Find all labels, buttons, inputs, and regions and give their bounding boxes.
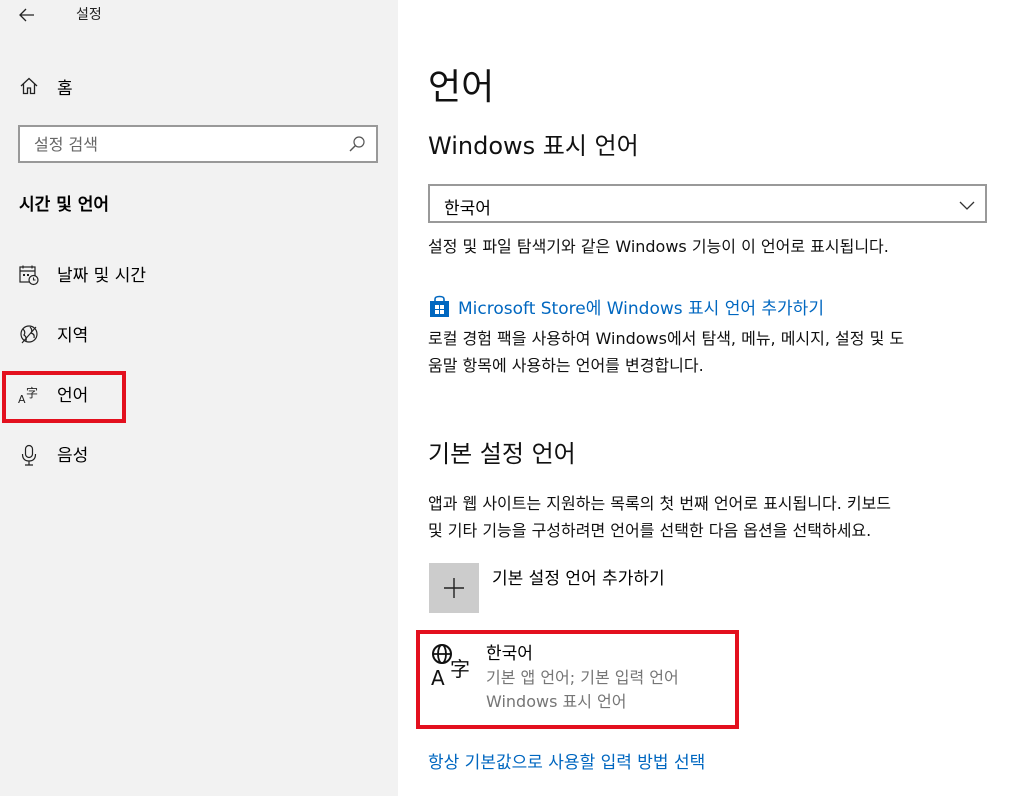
store-link-row[interactable]: Microsoft Store에 Windows 표시 언어 추가하기 — [428, 294, 824, 319]
sidebar-item-label: 홈 — [57, 79, 73, 99]
display-language-select[interactable]: 한국어 — [428, 184, 987, 223]
language-list-item[interactable]: A 字 한국어 기본 앱 언어; 기본 입력 언어 Windows 표시 언어 — [428, 636, 733, 722]
search-icon[interactable] — [348, 135, 366, 153]
sidebar-item-home[interactable]: 홈 — [0, 64, 398, 108]
language-name: 한국어 — [486, 644, 533, 664]
sidebar-section-title: 시간 및 언어 — [19, 195, 110, 215]
svg-text:字: 字 — [26, 385, 38, 400]
language-icon: A 字 — [18, 385, 38, 406]
sidebar: 설정 홈 시간 및 언어 날짜 및 시간 — [0, 0, 398, 796]
language-detail: Windows 표시 언어 — [486, 692, 627, 711]
add-language-button[interactable] — [429, 563, 479, 613]
page-title: 언어 — [428, 67, 495, 108]
svg-text:A: A — [18, 393, 26, 406]
sidebar-item-label: 지역 — [57, 326, 89, 346]
display-language-heading: Windows 표시 언어 — [428, 132, 639, 160]
globe-region-icon — [20, 325, 38, 344]
search-input[interactable] — [20, 127, 340, 161]
home-icon — [20, 77, 38, 95]
preferred-description-line: 앱과 웹 사이트는 지원하는 목록의 첫 번째 언어로 표시됩니다. 키보드 — [428, 494, 892, 513]
sidebar-item-speech[interactable]: 음성 — [0, 428, 398, 480]
svg-text:字: 字 — [450, 657, 470, 681]
sidebar-item-label: 날짜 및 시간 — [57, 266, 147, 286]
preferred-languages-heading: 기본 설정 언어 — [428, 440, 576, 468]
chevron-down-icon — [959, 201, 975, 210]
add-language-label[interactable]: 기본 설정 언어 추가하기 — [492, 564, 665, 589]
sidebar-item-language[interactable]: A 字 언어 — [0, 368, 398, 420]
settings-window: 설정 홈 시간 및 언어 날짜 및 시간 — [0, 0, 1036, 796]
default-input-method-link[interactable]: 항상 기본값으로 사용할 입력 방법 선택 — [428, 748, 705, 773]
app-title: 설정 — [76, 7, 102, 23]
sidebar-item-date-time[interactable]: 날짜 및 시간 — [0, 248, 398, 300]
preferred-description-line: 및 기타 기능을 구성하려면 언어를 선택한 다음 옵션을 선택하세요. — [428, 521, 872, 540]
language-detail: 기본 앱 언어; 기본 입력 언어 — [486, 668, 679, 687]
search-box — [18, 125, 378, 163]
microsoft-store-link[interactable]: Microsoft Store에 Windows 표시 언어 추가하기 — [458, 294, 824, 319]
sidebar-item-label: 음성 — [57, 446, 89, 466]
back-button[interactable] — [12, 2, 42, 28]
svg-text:A: A — [431, 666, 445, 686]
store-description-line: 움말 항목에 사용하는 언어를 변경합니다. — [428, 356, 704, 375]
microsoft-store-icon — [430, 295, 449, 317]
microphone-icon — [21, 444, 37, 466]
sidebar-item-label: 언어 — [57, 386, 89, 406]
preferred-languages-description: 앱과 웹 사이트는 지원하는 목록의 첫 번째 언어로 표시됩니다. 키보드 및… — [428, 490, 998, 544]
store-description: 로컬 경험 팩을 사용하여 Windows에서 탐색, 메뉴, 메시지, 설정 … — [428, 325, 988, 379]
sidebar-item-region[interactable]: 지역 — [0, 308, 398, 360]
main-content: 언어 Windows 표시 언어 한국어 설정 및 파일 탐색기와 같은 Win… — [398, 0, 1036, 796]
calendar-clock-icon — [19, 265, 39, 286]
display-language-value: 한국어 — [444, 199, 491, 219]
plus-icon — [444, 578, 464, 598]
back-arrow-icon — [19, 8, 34, 22]
language-globe-icon: A 字 — [431, 644, 470, 686]
display-language-description: 설정 및 파일 탐색기와 같은 Windows 기능이 이 언어로 표시됩니다. — [428, 237, 889, 256]
store-description-line: 로컬 경험 팩을 사용하여 Windows에서 탐색, 메뉴, 메시지, 설정 … — [428, 329, 905, 348]
